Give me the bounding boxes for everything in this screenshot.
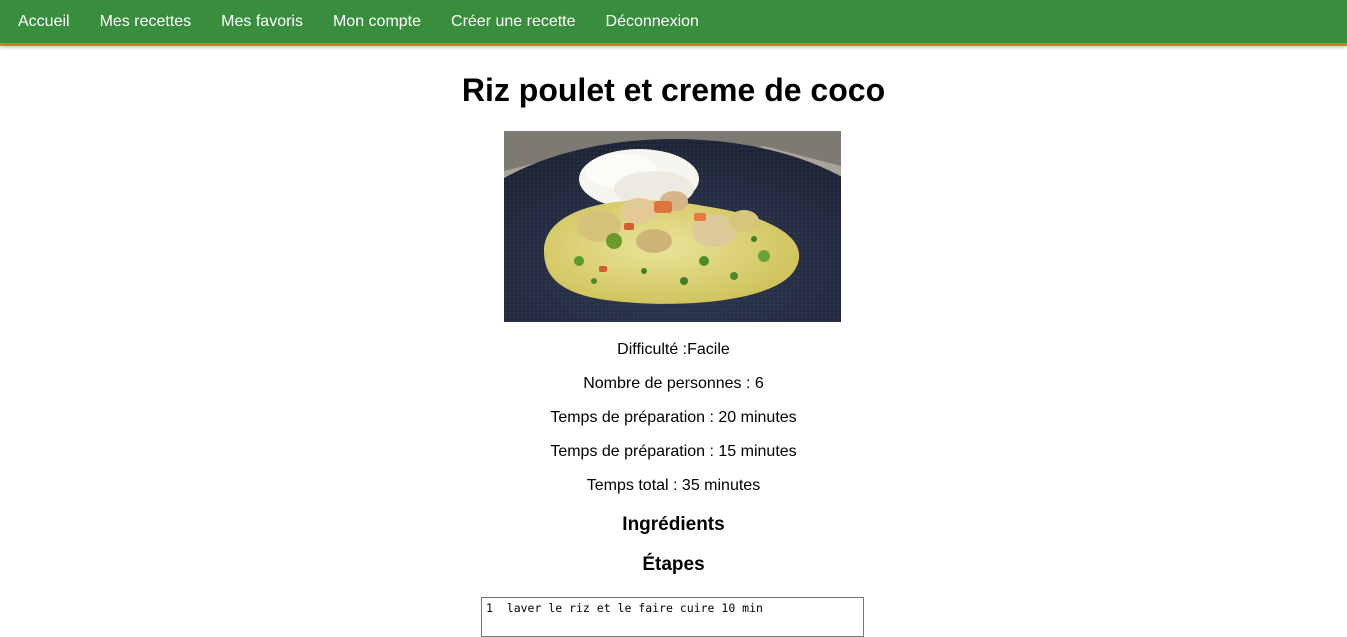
nav-link-accueil[interactable]: Accueil [18, 13, 70, 31]
nav-link-deconnexion[interactable]: Déconnexion [606, 13, 699, 31]
steps-textarea[interactable]: 1 laver le riz et le faire cuire 10 min [481, 597, 864, 637]
nav-link-mes-recettes[interactable]: Mes recettes [100, 13, 192, 31]
recipe-photo [504, 131, 841, 322]
main-navbar: Accueil Mes recettes Mes favoris Mon com… [0, 0, 1347, 46]
cook-time-text: Temps de préparation : 15 minutes [550, 443, 797, 460]
ingredients-heading: Ingrédients [622, 514, 725, 535]
steps-heading: Étapes [642, 554, 705, 575]
nav-link-creer-recette[interactable]: Créer une recette [451, 13, 576, 31]
nav-link-mon-compte[interactable]: Mon compte [333, 13, 421, 31]
nav-link-mes-favoris[interactable]: Mes favoris [221, 13, 303, 31]
page-title: Riz poulet et creme de coco [461, 72, 886, 108]
prep-time-text: Temps de préparation : 20 minutes [550, 409, 797, 426]
servings-text: Nombre de personnes : 6 [583, 375, 764, 392]
difficulty-text: Difficulté :Facile [617, 341, 730, 358]
total-time-text: Temps total : 35 minutes [586, 477, 761, 494]
